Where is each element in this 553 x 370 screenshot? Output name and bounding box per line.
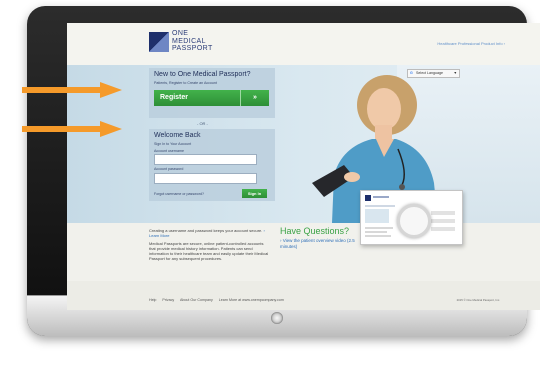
site-footer: Help Privacy About Our Company Learn Mor… — [67, 281, 540, 310]
language-select[interactable]: G Select Language ▼ — [407, 69, 460, 78]
sign-in-button[interactable]: Sign In — [242, 189, 267, 198]
welcome-subtitle: Sign In to Your Account — [154, 142, 192, 146]
logo-mark-icon — [149, 32, 169, 52]
register-button[interactable]: Register » — [154, 90, 269, 106]
magnifier-icon — [397, 204, 431, 238]
logo[interactable]: ONE MEDICAL PASSPORT — [149, 30, 239, 58]
username-label: Account username — [154, 149, 184, 153]
passport-description: Medical Passports are secure, online pat… — [149, 241, 269, 261]
new-user-subtitle: Patients, Register to Create an Account — [154, 81, 217, 85]
screen: ONE MEDICAL PASSPORT Healthcare Professi… — [67, 23, 540, 310]
questions-title: Have Questions? — [280, 226, 350, 236]
username-input[interactable] — [154, 154, 257, 165]
new-user-title: New to One Medical Passport? — [154, 71, 251, 78]
sign-in-panel: Welcome Back Sign In to Your Account Acc… — [149, 129, 275, 201]
annotation-arrow-icon — [22, 121, 122, 137]
chevron-down-icon: ▼ — [453, 71, 457, 75]
overview-video-link[interactable]: › View the patient overview video (2.5 m… — [280, 238, 360, 250]
copyright: 2015 © One Medical Passport, Inc. — [456, 298, 500, 302]
welcome-title: Welcome Back — [154, 132, 201, 139]
footer-link-privacy[interactable]: Privacy — [162, 298, 174, 302]
or-divider: - OR - — [197, 121, 208, 126]
register-label: Register — [160, 94, 189, 101]
footer-links: Help Privacy About Our Company Learn Mor… — [149, 298, 289, 302]
new-user-panel: New to One Medical Passport? Patients, R… — [149, 68, 275, 118]
google-translate-icon: G — [410, 71, 413, 75]
questions-section: Have Questions? › View the patient overv… — [280, 226, 360, 250]
password-label: Account password — [154, 167, 184, 171]
footer-link-help[interactable]: Help — [149, 298, 156, 302]
forgot-credentials-link[interactable]: Forgot username or password? — [154, 192, 204, 196]
account-info: Creating a username and password keeps y… — [149, 228, 271, 261]
logo-text: ONE MEDICAL PASSPORT — [172, 30, 213, 52]
footer-link-about[interactable]: About Our Company — [180, 298, 213, 302]
language-select-label: Select Language — [416, 71, 443, 75]
power-button-icon — [271, 312, 283, 324]
footer-link-learn-more[interactable]: Learn More at www.onempcompany.com — [219, 298, 284, 302]
site-header: ONE MEDICAL PASSPORT Healthcare Professi… — [67, 23, 540, 65]
annotation-arrow-icon — [22, 82, 122, 98]
monitor-frame: ONE MEDICAL PASSPORT Healthcare Professi… — [27, 6, 540, 336]
chevron-double-right-icon: » — [240, 90, 269, 106]
healthcare-professional-link[interactable]: Healthcare Professional Product Info › — [437, 41, 505, 46]
password-input[interactable] — [154, 173, 257, 184]
